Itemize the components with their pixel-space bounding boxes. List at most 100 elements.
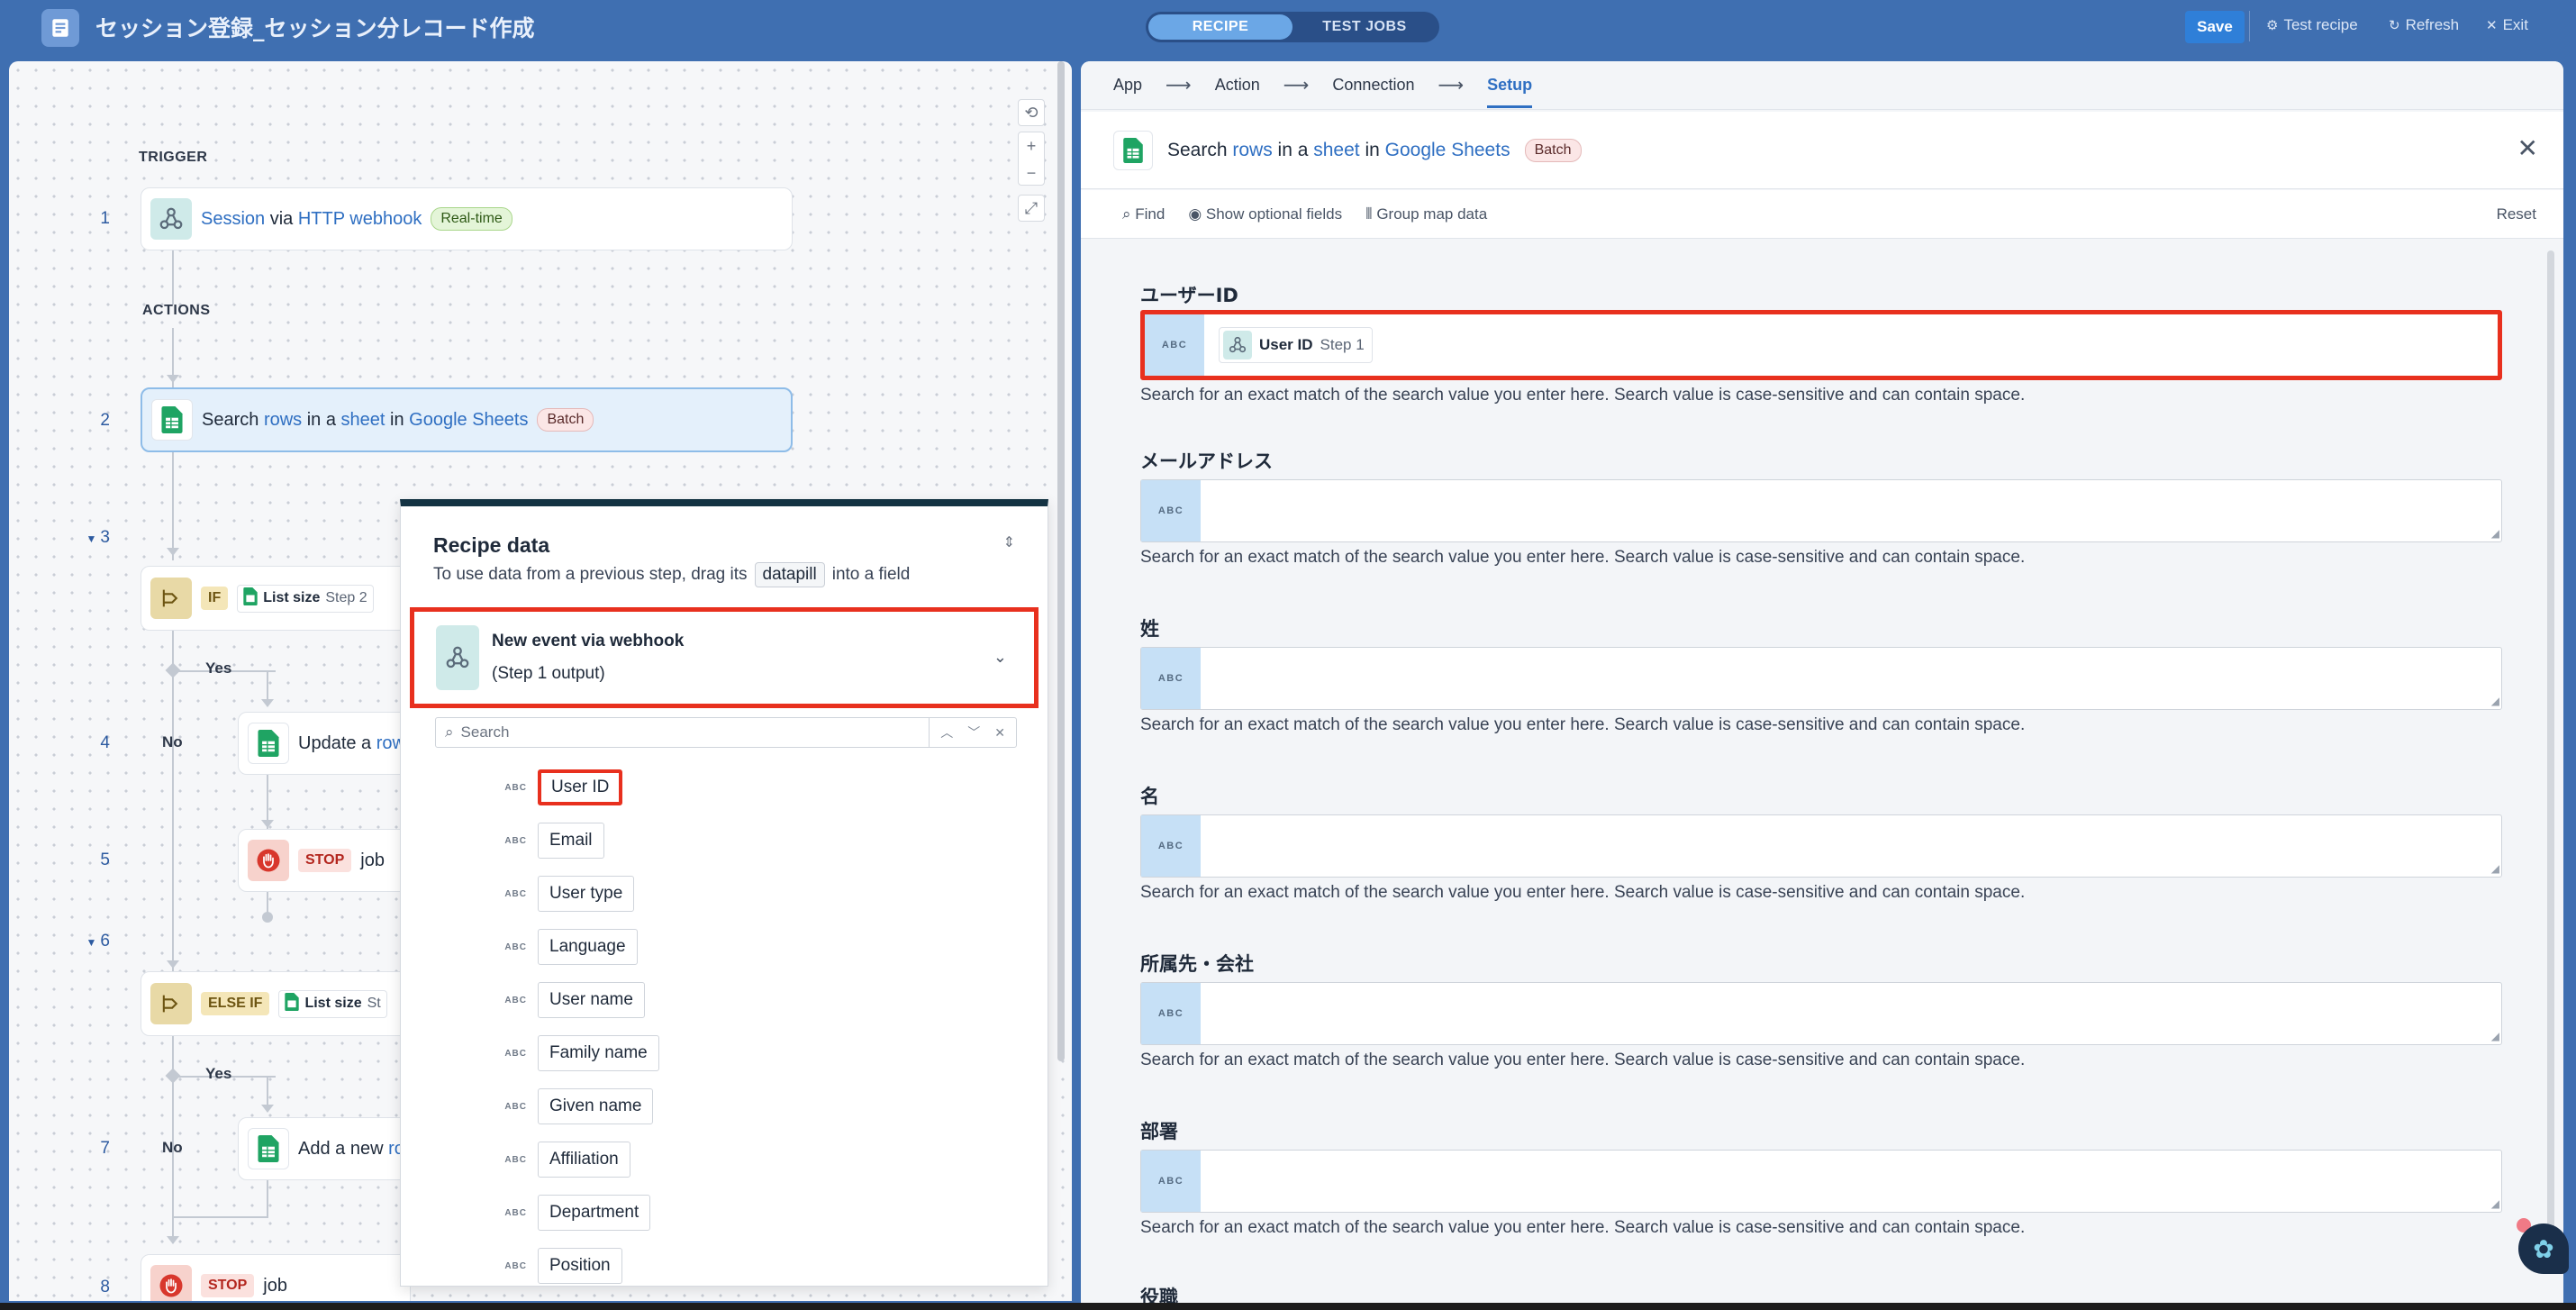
show-optional-fields-button[interactable]: ◉ Show optional fields [1188,205,1342,223]
step-number[interactable]: ▼ 3 [74,528,110,548]
affiliation-input[interactable]: ABC ◢ [1140,982,2502,1045]
step-if-condition[interactable]: IF List size Step 2 [141,566,411,631]
datapill-user-name[interactable]: User name [538,982,645,1018]
tab-test-jobs[interactable]: TEST JOBS [1293,14,1437,40]
recipe-canvas[interactable]: ⟲ + − ⤢ TRIGGER 1 Session via HTTP webho… [9,61,1072,1301]
no-label: No [162,733,183,751]
stop-hand-icon [248,840,289,881]
field-label: ユーザーID [1140,285,1238,306]
zoom-out-button[interactable]: − [1019,159,1044,186]
clear-icon[interactable]: ✕ [994,725,1005,741]
field-hint: Search for an exact match of the search … [1140,715,2026,734]
fit-view-button[interactable]: ⤢ [1018,195,1045,222]
canvas-scrollbar[interactable] [1057,61,1065,1061]
step-add-row[interactable]: Add a new ro [238,1117,418,1180]
resize-handle-icon[interactable]: ◢ [2491,862,2499,875]
datapill-search-input[interactable]: ⌕ Search ︿ ﹀ ✕ [435,717,1017,748]
datapill-user-type[interactable]: User type [538,876,635,912]
datapill-given-name[interactable]: Given name [538,1088,654,1124]
recipe-title[interactable]: セッション登録_セッション分レコード作成 [95,11,535,43]
datapill-language[interactable]: Language [538,929,638,965]
else-if-keyword: ELSE IF [201,992,270,1015]
chevron-up-icon[interactable]: ︿ [940,723,953,741]
field-hint: Search for an exact match of the search … [1140,1051,2026,1069]
step-trigger-webhook[interactable]: Session via HTTP webhook Real-time [141,187,793,250]
help-assistant-icon[interactable]: ✿ [2518,1224,2569,1274]
zoom-in-button[interactable]: + [1019,132,1044,159]
step-stop-job[interactable]: STOP job [238,829,418,892]
datapill-position[interactable]: Position [538,1248,622,1284]
step-text: Add a new [298,1138,389,1159]
save-button[interactable]: Save [2185,11,2245,43]
resize-handle-icon[interactable]: ◢ [2491,695,2499,707]
datapill-affiliation[interactable]: Affiliation [538,1142,630,1178]
step-number[interactable]: ▼ 6 [74,932,110,951]
actions-label: ACTIONS [142,303,211,318]
exit-button[interactable]: ✕ Exit [2486,16,2528,34]
datapill-row: ABC Email [502,821,604,860]
resize-handle-icon[interactable]: ◢ [2491,1030,2499,1042]
datapill-email[interactable]: Email [538,823,604,859]
source-step-webhook[interactable]: New event via webhook (Step 1 output) ⌄ [410,607,1039,708]
type-indicator: ABC [1141,1151,1201,1212]
if-keyword: IF [201,587,229,610]
type-indicator: ABC [1145,314,1204,376]
divider [2249,11,2250,41]
resize-handle-icon[interactable]: ◢ [2491,1197,2499,1210]
breadcrumb-action[interactable]: Action [1215,76,1260,95]
webhook-icon [1223,331,1252,359]
given-name-input[interactable]: ABC ◢ [1140,814,2502,878]
test-recipe-button[interactable]: ⚙ Test recipe [2266,16,2358,34]
datapill-family-name[interactable]: Family name [538,1035,659,1071]
department-input[interactable]: ABC ◢ [1140,1150,2502,1213]
field-family-name: 姓 ABC ◢ Search for an exact match of the… [1140,614,2518,735]
datapill-row: ABC Position [502,1246,622,1286]
field-hint: Search for an exact match of the search … [1140,883,2026,902]
close-icon[interactable]: ✕ [2517,133,2538,163]
breadcrumb-setup[interactable]: Setup [1487,76,1533,108]
tab-recipe[interactable]: RECIPE [1148,14,1293,40]
exit-label: Exit [2502,16,2528,33]
datapill-user-id-step1[interactable]: User ID Step 1 [1219,327,1373,363]
find-button[interactable]: ⌕ Find [1122,205,1165,223]
search-icon: ⌕ [445,723,454,741]
field-affiliation: 所属先・会社 ABC ◢ Search for an exact match o… [1140,950,2518,1070]
reset-zoom-button[interactable]: ⟲ [1018,99,1045,126]
type-indicator: ABC [1141,480,1201,541]
branch-end [262,912,273,923]
email-input[interactable]: ABC ◢ [1140,479,2502,542]
step-text: rows [263,409,303,430]
form-scrollbar[interactable] [2547,250,2554,1242]
step-search-rows[interactable]: Search rows in a sheet in Google Sheets … [141,387,793,452]
collapse-caret-icon[interactable]: ▼ [86,936,97,949]
user-id-input[interactable]: ABC User ID Step 1 [1140,310,2502,380]
search-controls: ︿ ﹀ ✕ [929,718,1016,747]
reset-button[interactable]: Reset [2497,205,2536,223]
step-text: Update a [298,732,376,753]
datapill-department[interactable]: Department [538,1195,651,1231]
stop-keyword: STOP [201,1274,255,1297]
eye-icon: ◉ [1188,205,1206,223]
google-sheets-icon [151,399,193,441]
breadcrumb-connection[interactable]: Connection [1332,76,1414,95]
resize-handle-icon[interactable]: ◢ [2491,527,2499,540]
field-label: 所属先・会社 [1140,953,1254,975]
recipe-icon [41,9,79,47]
collapse-caret-icon[interactable]: ▼ [86,532,97,545]
datapill-user-id[interactable]: User ID [538,769,623,805]
datapill-row: ABC User type [502,874,635,914]
breadcrumb-app[interactable]: App [1113,76,1142,95]
refresh-button[interactable]: ↻ Refresh [2389,16,2459,34]
step-update-row[interactable]: Update a row [238,712,418,775]
group-map-data-button[interactable]: ⦀ Group map data [1365,205,1487,223]
chevron-down-icon[interactable]: ﹀ [967,723,980,741]
step-else-if-condition[interactable]: ELSE IF List size St [141,971,411,1036]
field-label: 部署 [1140,1121,1178,1142]
webhook-icon [436,625,479,690]
family-name-input[interactable]: ABC ◢ [1140,647,2502,710]
stop-hand-icon [150,1265,192,1301]
step-stop-job[interactable]: STOP job [141,1254,411,1301]
expand-icon[interactable]: ⇕ [1003,533,1015,551]
field-email: メールアドレス ABC ◢ Search for an exact match … [1140,447,2518,568]
chevron-down-icon[interactable]: ⌄ [993,648,1007,667]
